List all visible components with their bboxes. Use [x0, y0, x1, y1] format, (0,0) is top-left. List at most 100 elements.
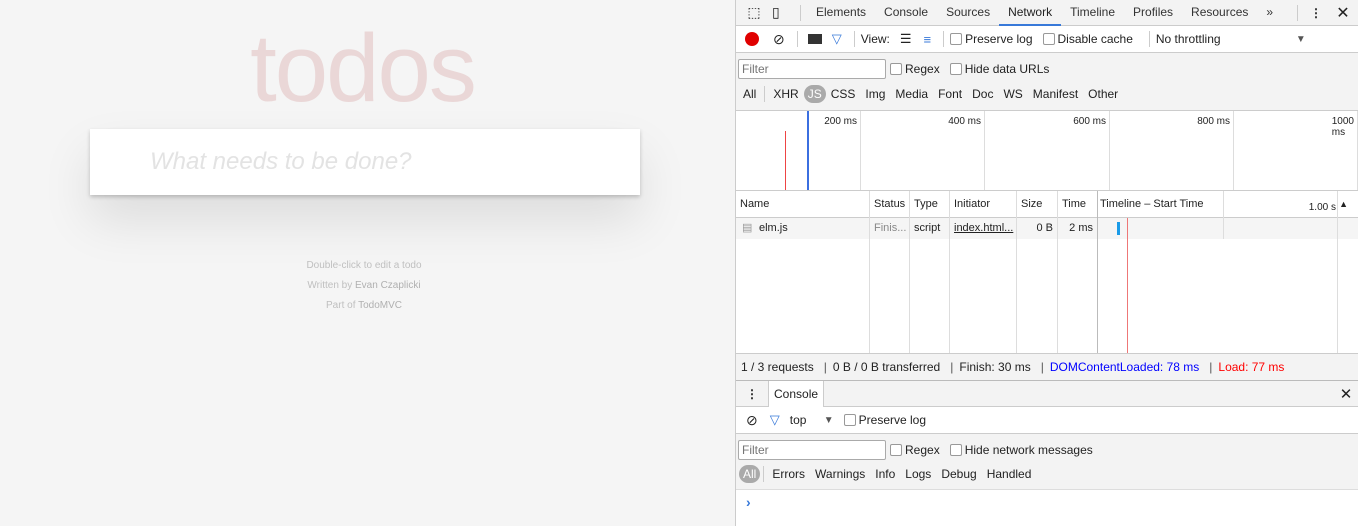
more-tabs-icon[interactable]: » — [1257, 0, 1282, 26]
devtools-panel: ⬚ ▯ Elements Console Sources Network Tim… — [735, 0, 1358, 526]
level-filter-warnings[interactable]: Warnings — [810, 465, 870, 483]
throttling-select[interactable]: No throttling — [1156, 32, 1296, 46]
tab-elements[interactable]: Elements — [807, 0, 875, 26]
console-prompt[interactable]: › — [746, 494, 751, 510]
tab-timeline[interactable]: Timeline — [1061, 0, 1124, 26]
type-filter-xhr[interactable]: XHR — [768, 85, 803, 103]
drawer-tab-console[interactable]: Console — [768, 380, 825, 407]
tab-resources[interactable]: Resources — [1182, 0, 1257, 26]
filter-icon[interactable]: ▽ — [832, 31, 842, 47]
load-marker — [785, 131, 786, 190]
type-filter-font[interactable]: Font — [933, 85, 967, 103]
console-regex-label: Regex — [905, 443, 940, 457]
divider — [853, 31, 855, 47]
hide-data-urls-checkbox[interactable]: Hide data URLs — [949, 62, 1050, 76]
type-filter-manifest[interactable]: Manifest — [1028, 85, 1083, 103]
level-filter-debug[interactable]: Debug — [936, 465, 981, 483]
level-filter-errors[interactable]: Errors — [767, 465, 810, 483]
summary-finish: Finish: 30 ms — [959, 360, 1031, 374]
overview-tick: 200 ms — [824, 116, 857, 127]
type-filter-other[interactable]: Other — [1083, 85, 1123, 103]
level-filter-handled[interactable]: Handled — [982, 465, 1037, 483]
todomvc-link[interactable]: TodoMVC — [358, 300, 402, 311]
hide-network-checkbox[interactable]: Hide network messages — [949, 443, 1093, 457]
clear-console-icon[interactable]: ⊘ — [746, 412, 758, 429]
info-author-prefix: Written by — [307, 280, 355, 291]
regex-label: Regex — [905, 62, 940, 76]
overview-tick: 400 ms — [948, 116, 981, 127]
tab-sources[interactable]: Sources — [937, 0, 999, 26]
type-filter-media[interactable]: Media — [890, 85, 933, 103]
tab-network[interactable]: Network — [999, 0, 1062, 26]
divider — [800, 4, 801, 21]
devtools-tabbar: ⬚ ▯ Elements Console Sources Network Tim… — [736, 0, 1358, 26]
console-filter-bar: Regex Hide network messages All ErrorsWar… — [736, 434, 1358, 490]
drawer-menu-icon[interactable]: ⋮ — [736, 387, 768, 401]
tab-profiles[interactable]: Profiles — [1124, 0, 1182, 26]
console-filter-icon[interactable]: ▽ — [770, 412, 780, 428]
type-filter-doc[interactable]: Doc — [967, 85, 998, 103]
resource-type-filters: All XHR JS CSS Img Media Font Doc WS Manifest Othe… — [736, 83, 1358, 105]
type-filter-all[interactable]: All — [738, 85, 761, 103]
info-part-prefix: Part of — [326, 300, 359, 311]
tab-console[interactable]: Console — [875, 0, 937, 26]
preserve-log-checkbox[interactable]: Preserve log — [950, 32, 1033, 46]
chevron-down-icon[interactable]: ▼ — [1296, 34, 1306, 45]
view-label: View: — [860, 32, 890, 46]
overview-tick: 800 ms — [1197, 116, 1230, 127]
context-chevron-icon[interactable]: ▼ — [824, 415, 834, 426]
network-overview: 200 ms 400 ms 600 ms 800 ms 1000 ms — [736, 110, 1358, 191]
new-todo-input[interactable] — [90, 129, 640, 195]
console-toolbar: ⊘ ▽ top ▼ Preserve log — [736, 407, 1358, 434]
preserve-log-label: Preserve log — [965, 32, 1033, 46]
todo-app: todos Double-click to edit a todo Writte… — [0, 0, 735, 526]
type-filter-img[interactable]: Img — [860, 85, 890, 103]
disable-cache-checkbox[interactable]: Disable cache — [1042, 32, 1133, 46]
console-filter-input[interactable] — [738, 440, 886, 460]
requests-table: Name Status Type Initiator Size Time Tim… — [736, 191, 1358, 353]
drawer-tabbar: ⋮ Console ✕ — [736, 380, 1358, 407]
large-rows-icon[interactable]: ☰ — [900, 31, 912, 47]
kebab-menu-icon[interactable]: ⋮ — [1304, 6, 1328, 20]
level-filter-info[interactable]: Info — [870, 465, 900, 483]
author-link[interactable]: Evan Czaplicki — [355, 280, 421, 291]
hide-data-urls-label: Hide data URLs — [964, 62, 1050, 76]
level-filter-logs[interactable]: Logs — [900, 465, 936, 483]
context-select[interactable]: top — [790, 413, 824, 427]
clear-icon[interactable]: ⊘ — [773, 31, 785, 48]
device-toolbar-icon[interactable]: ▯ — [772, 4, 794, 21]
overview-icon[interactable]: ≡ — [924, 32, 932, 47]
inspect-element-icon[interactable]: ⬚ — [736, 4, 772, 21]
divider — [796, 31, 798, 47]
close-icon[interactable]: ✕ — [1328, 3, 1358, 23]
console-preserve-log-checkbox[interactable]: Preserve log — [843, 413, 927, 427]
divider — [764, 86, 766, 102]
divider — [1297, 4, 1298, 21]
summary-transferred: 0 B / 0 B transferred — [832, 360, 941, 374]
network-toolbar: ⊘ ▽ View: ☰ ≡ Preserve log Disable cache… — [736, 26, 1358, 53]
level-filter-all[interactable]: All — [739, 465, 761, 483]
summary-load: Load: 77 ms — [1218, 360, 1285, 374]
capture-screenshots-icon[interactable] — [807, 34, 822, 44]
type-filter-ws[interactable]: WS — [998, 85, 1027, 103]
regex-checkbox[interactable]: Regex — [890, 62, 940, 76]
console-level-filters: All Errors Warnings Info Logs Debug Handled — [736, 463, 1358, 485]
dcl-marker — [807, 111, 809, 190]
summary-requests: 1 / 3 requests — [741, 360, 814, 374]
disable-cache-label: Disable cache — [1057, 32, 1133, 46]
console-regex-checkbox[interactable]: Regex — [890, 443, 940, 457]
drawer-close-icon[interactable]: ✕ — [1334, 385, 1358, 403]
info-author: Written by Evan Czaplicki — [0, 280, 728, 291]
hide-network-label: Hide network messages — [964, 443, 1093, 457]
console-preserve-log-label: Preserve log — [858, 413, 927, 427]
filter-input[interactable] — [738, 59, 886, 79]
type-filter-js[interactable]: JS — [803, 85, 826, 103]
filter-bar: Regex Hide data URLs All XHRJSCSSImgMedia… — [736, 53, 1358, 110]
divider — [763, 466, 765, 482]
info-edit-hint: Double-click to edit a todo — [306, 260, 422, 271]
app-title: todos — [250, 15, 477, 122]
type-filter-css[interactable]: CSS — [826, 85, 861, 103]
info-part-of: Part of TodoMVC — [0, 300, 728, 311]
record-icon[interactable] — [745, 32, 759, 46]
overview-tick: 1000 ms — [1331, 116, 1354, 138]
